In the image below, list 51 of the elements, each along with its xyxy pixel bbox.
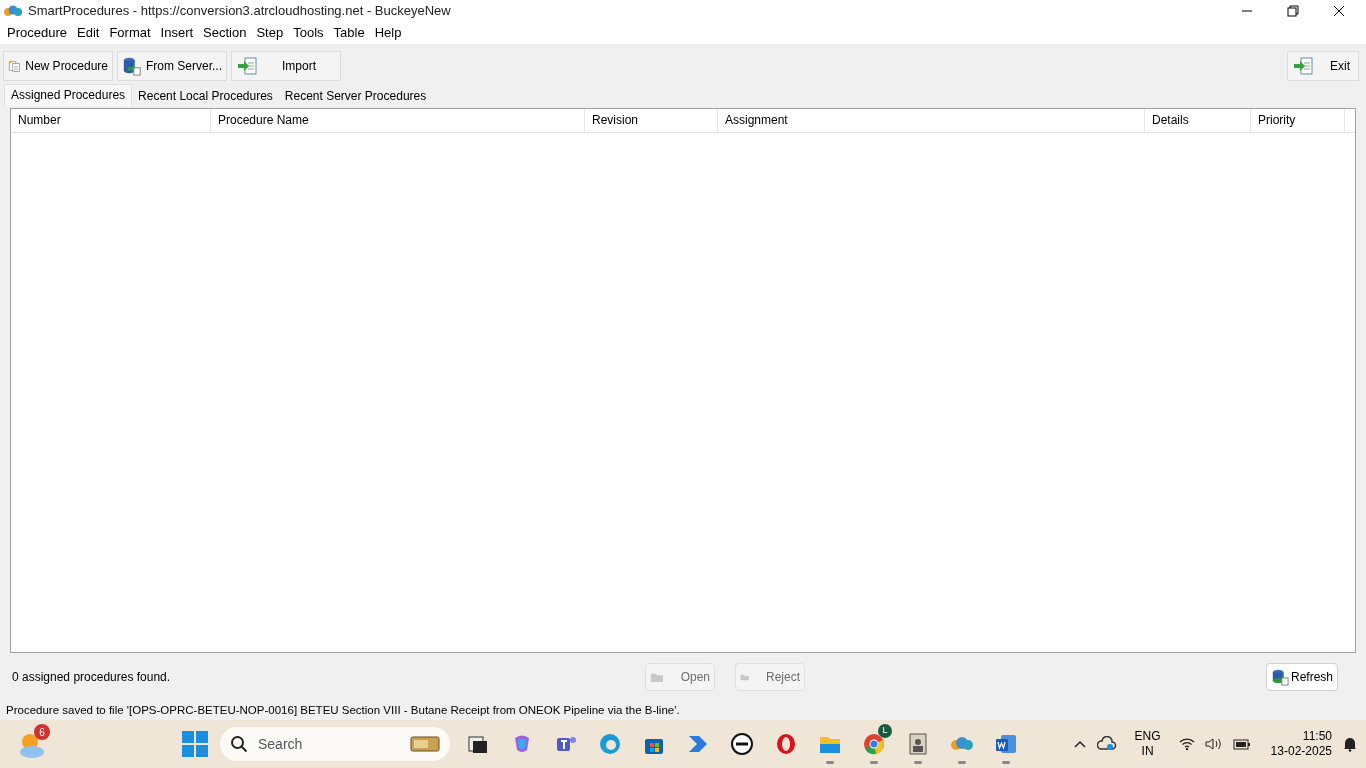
chrome-icon [862,732,886,757]
menu-item[interactable]: Help [369,21,407,45]
menu-item[interactable]: Edit [72,21,105,45]
frame-icon [906,732,930,757]
toolbar-button[interactable]: From Server... [117,50,227,81]
search-field[interactable]: Search [220,727,450,762]
import-icon [236,54,258,77]
exit-icon [1292,54,1314,77]
start-button[interactable] [182,731,208,758]
column-header[interactable]: Number [11,108,211,132]
menu-item[interactable]: Table [328,21,370,45]
edge-icon [598,732,622,757]
result-count: 0 assigned procedures found. [12,668,172,686]
column-header[interactable]: Procedure Name [211,108,585,132]
menu-item[interactable]: Step [251,21,289,45]
refresh-button[interactable]: Refresh [1266,662,1338,691]
cloud-sync-icon[interactable] [1096,736,1117,753]
clock-date[interactable]: 13-02-2025 [1270,744,1332,760]
toolbar-button[interactable]: New Procedure [3,50,113,81]
menu-item[interactable]: Procedure [2,21,72,45]
tab[interactable]: Assigned Procedures [4,83,133,106]
menu-item[interactable]: Tools [288,21,329,45]
column-header[interactable]: Priority [1251,108,1345,132]
radio-icon [410,735,440,754]
battery-icon[interactable] [1232,737,1251,752]
chevron-up-icon[interactable] [1072,739,1087,750]
search-icon [230,735,248,754]
menu-item[interactable]: Section [198,21,252,45]
notification-badge: 6 [34,724,50,741]
app-logo-icon [4,4,22,17]
restore-icon[interactable] [1287,4,1299,17]
menu-item[interactable]: Format [104,21,156,45]
notification-badge: L [878,724,892,739]
menu-item[interactable]: Insert [155,21,199,45]
close-icon[interactable] [1333,4,1345,17]
toolbar-button[interactable]: Import [231,50,341,81]
window-title: SmartProcedures - https://conversion3.atrcloudhosting.net - BuckeyeNew [28,2,451,21]
region-indicator[interactable]: IN [1141,744,1154,760]
opera-icon [774,732,798,757]
exit-button[interactable]: Exit [1287,50,1359,81]
column-header[interactable]: Details [1145,108,1251,132]
column-header[interactable]: Revision [585,108,718,132]
wifi-icon[interactable] [1178,737,1195,752]
clock-time[interactable]: 11:50 [1302,729,1332,745]
circle-logo-icon [730,732,754,757]
bell-icon[interactable] [1342,736,1358,753]
taskbar-app[interactable]: L [852,722,896,767]
speaker-icon[interactable] [1204,737,1223,752]
column-header[interactable]: Assignment [718,108,1145,132]
language-indicator[interactable]: ENG [1134,729,1161,745]
status-message: Procedure saved to file '[OPS-OPRC-BETEU-NOP-0016] BETEU Section VIII - Butane Receipt from ONEOK Pipeline via the B-line'. [6,702,680,718]
